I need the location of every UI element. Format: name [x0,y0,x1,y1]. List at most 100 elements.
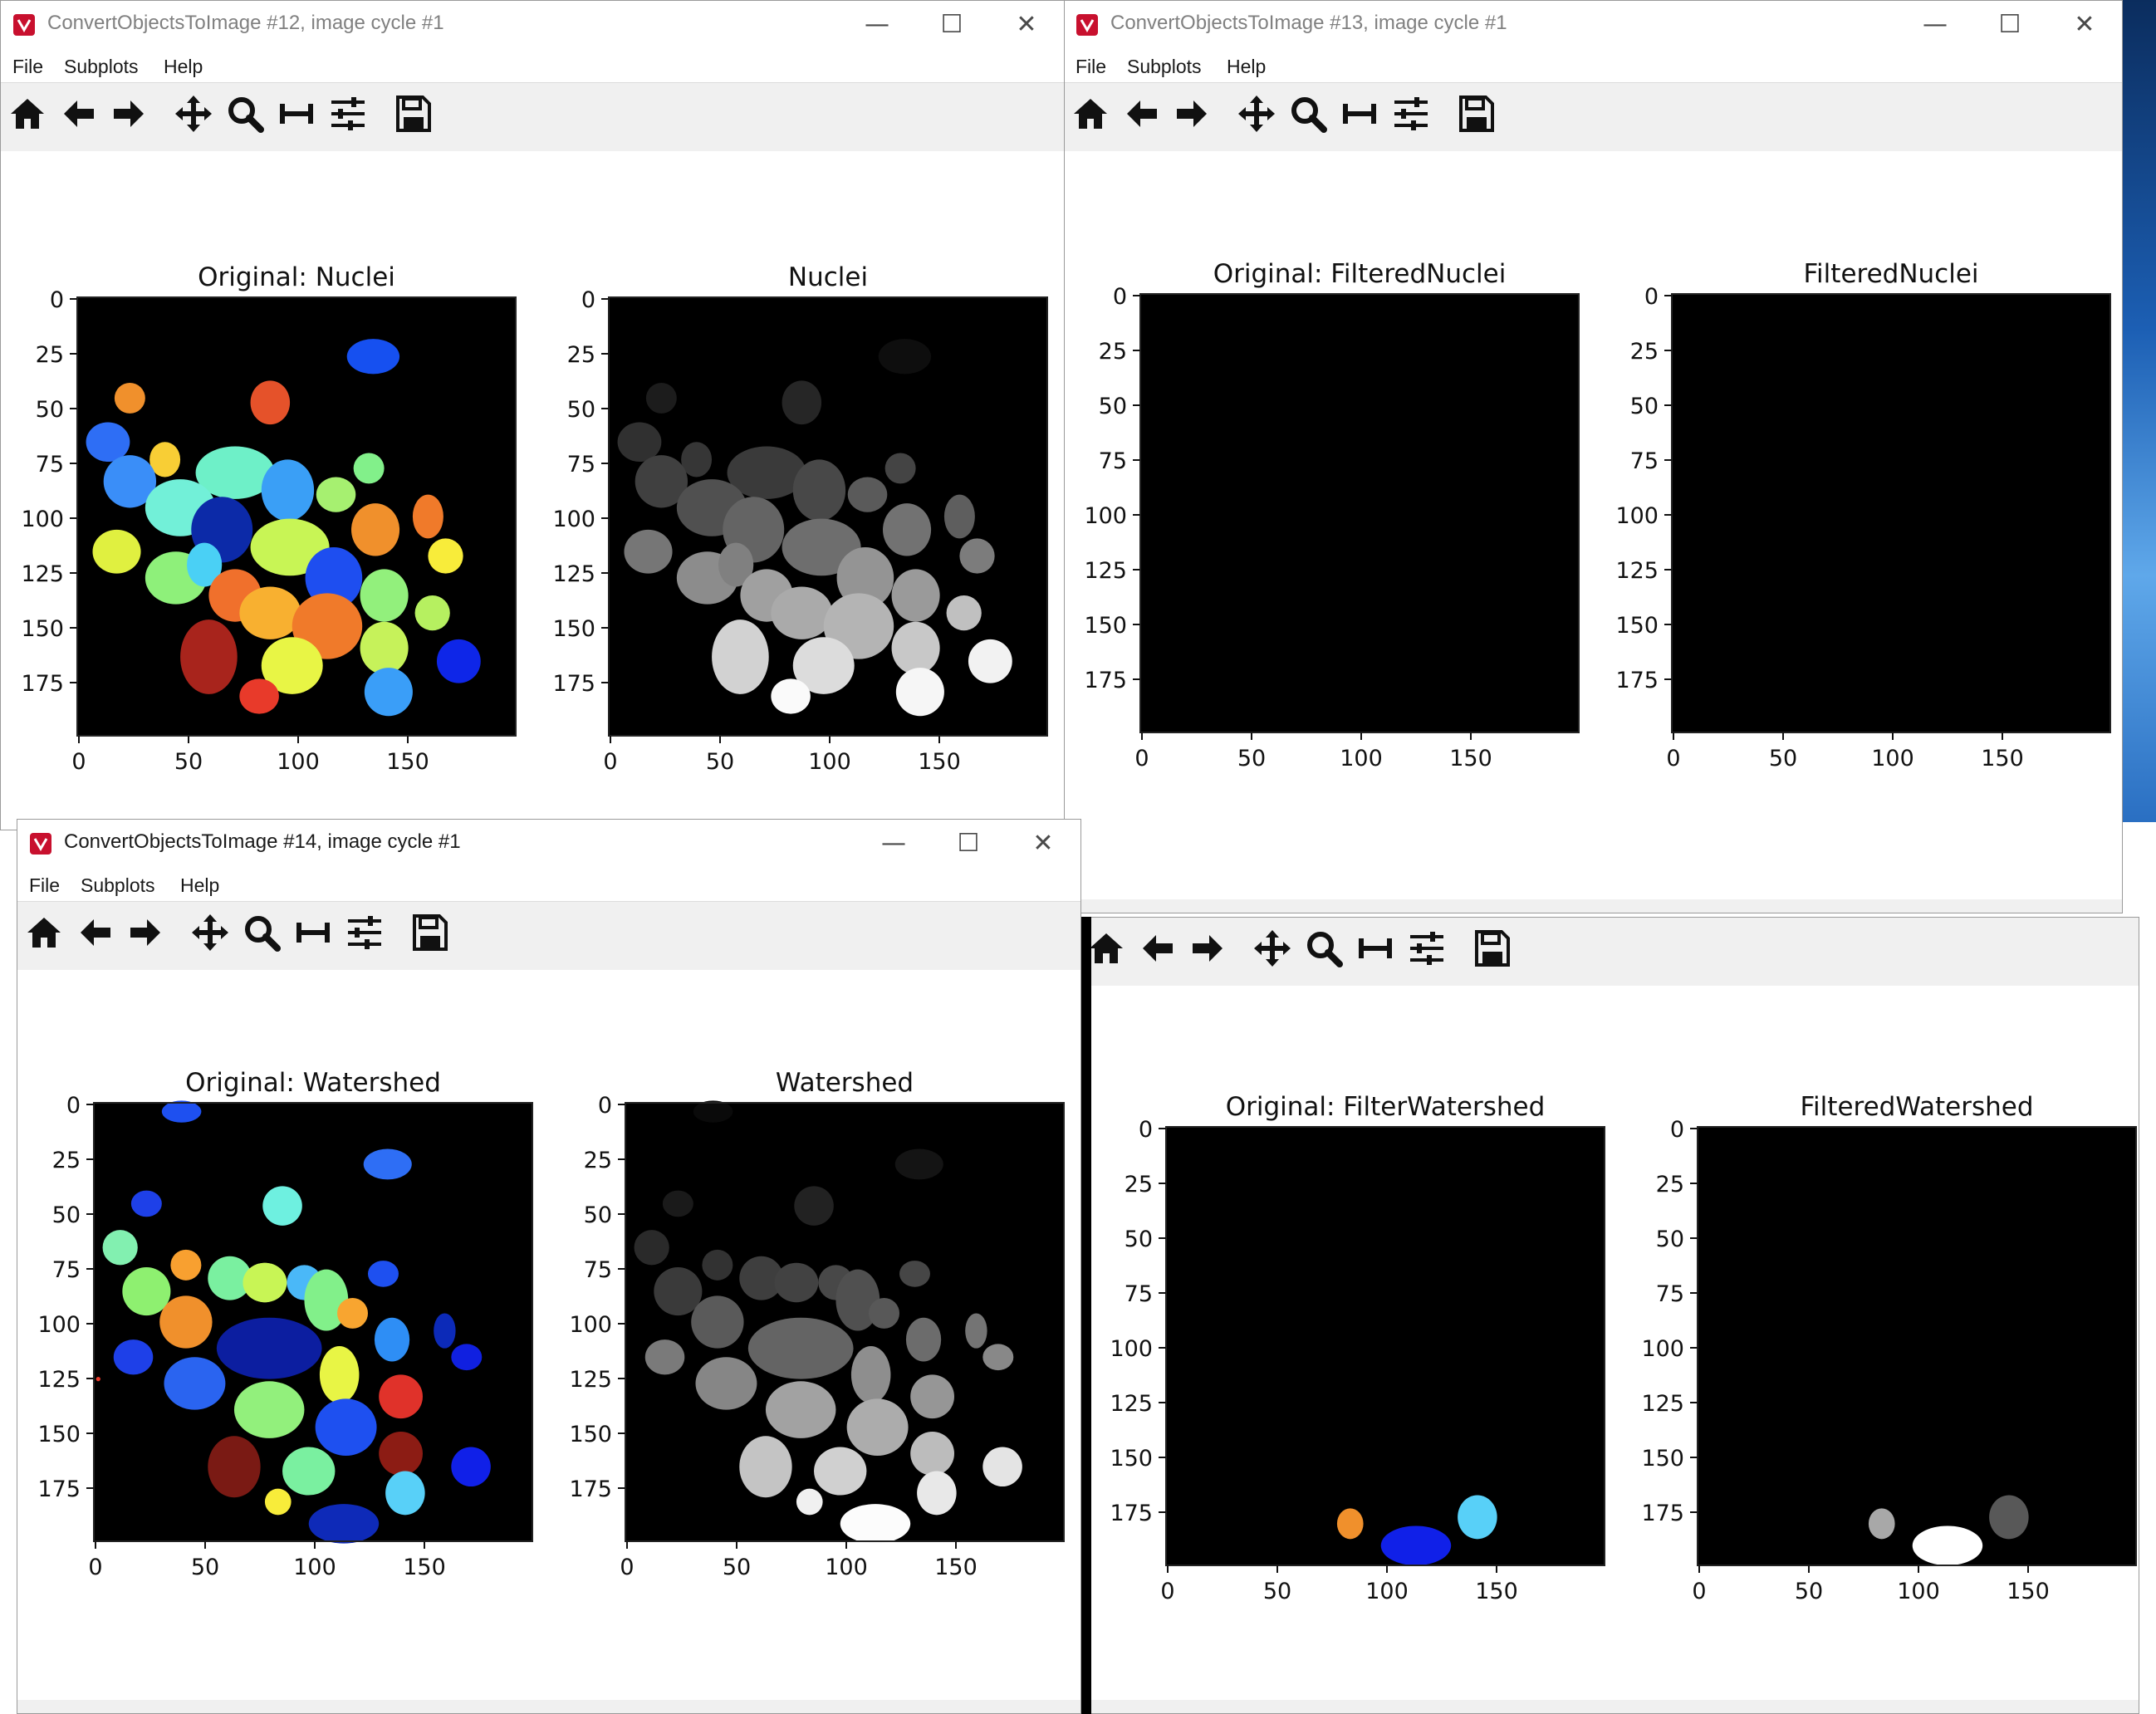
image-panel[interactable] [1698,1127,2136,1565]
save-icon[interactable] [1472,928,1512,968]
figure-canvas[interactable]: Original: Watershed 0 25 50 75 100 125 150 175 0 5… [17,970,1080,1713]
object-blob [796,1488,823,1516]
image-panel[interactable] [1672,294,2110,732]
figure-plot-area[interactable]: Original: Nuclei 0 25 50 75 100 125 150 175 0 50 10… [1,151,1065,830]
title-bar[interactable]: ConvertObjectsToImage #14, image cycle #… [17,820,1080,868]
maximize-button[interactable]: ☐ [931,820,1006,868]
pan-icon[interactable] [1237,94,1276,134]
configure-sliders-icon[interactable] [328,94,368,134]
menu-bar: File Subplots Help [1064,49,2122,83]
figure-canvas[interactable]: Original: FilteredNuclei 0 25 50 75 100 125 150… [1064,151,2122,913]
object-blob [360,621,409,675]
y-tick-label: 175 [21,671,64,697]
minimize-button[interactable]: — [1898,1,1972,49]
object-blob [436,639,481,683]
object-blob [968,639,1012,683]
object-blob [774,1262,819,1303]
subplot-title: Original: Watershed [185,1068,441,1098]
menu-file[interactable]: File [12,56,43,78]
y-tick-label: 25 [584,1148,612,1173]
pan-icon[interactable] [1252,928,1292,968]
title-bar[interactable]: ConvertObjectsToImage #13, image cycle #… [1064,1,2122,49]
configure-sliders-icon[interactable] [1391,94,1431,134]
close-button[interactable]: ✕ [989,1,1064,49]
figure-canvas[interactable]: Original: Nuclei 0 25 50 75 100 125 150 175 0 50 10… [1,151,1064,830]
image-panel[interactable] [1166,1127,1605,1565]
home-icon[interactable] [7,94,47,134]
subplot-title: Watershed [776,1068,914,1098]
figure-canvas[interactable]: Original: FilterWatershed 0 25 50 75 100 125 15… [1080,986,2139,1713]
menu-help[interactable]: Help [1227,56,1266,78]
home-icon[interactable] [1071,94,1110,134]
pan-icon[interactable] [174,94,213,134]
figure-window-14[interactable]: ConvertObjectsToImage #14, image cycle #… [17,819,1081,1714]
y-tick-label: 150 [1084,613,1127,639]
window-title: ConvertObjectsToImage #14, image cycle #… [64,830,461,853]
desktop-background [2121,0,2156,822]
maximize-button[interactable]: ☐ [914,1,989,49]
y-tick-label: 125 [1110,1391,1153,1417]
object-blob [792,459,846,522]
y-tick-label: 175 [1615,668,1659,693]
figure-plot-area[interactable]: Original: Watershed 0 25 50 75 100 125 150 175 0 5… [17,970,1081,1714]
y-tick-label: 100 [552,507,595,532]
subplots-adjust-icon[interactable] [293,913,333,952]
minimize-button[interactable]: — [840,1,914,49]
menu-subplots[interactable]: Subplots [1127,56,1202,78]
x-tick-label: 0 [620,1555,634,1580]
object-blob [122,1267,171,1316]
y-tick-label: 25 [1125,1172,1153,1197]
close-button[interactable]: ✕ [1006,820,1080,868]
home-icon[interactable] [1086,928,1126,968]
zoom-icon[interactable] [242,913,282,952]
subplot-2: Watershed 0 25 50 75 100 125 150 175 0 50 100 150 [569,1068,1065,1580]
back-arrow-icon[interactable] [1122,94,1162,134]
y-tick-label: 125 [21,561,64,587]
forward-arrow-icon[interactable] [1188,928,1227,968]
object-blob [414,595,450,631]
x-tick-label: 100 [1871,746,1914,771]
zoom-icon[interactable] [225,94,265,134]
object-blob [364,668,413,717]
back-arrow-icon[interactable] [59,94,99,134]
object-blob [765,1381,836,1438]
figure-plot-area[interactable]: Original: FilteredNuclei 0 25 50 75 100 125 150… [1064,151,2123,882]
title-bar[interactable]: ConvertObjectsToImage #12, image cycle #… [1,1,1064,49]
maximize-button[interactable]: ☐ [1972,1,2047,49]
zoom-icon[interactable] [1288,94,1328,134]
forward-arrow-icon[interactable] [1172,94,1212,134]
save-icon[interactable] [393,94,433,134]
figure-window-13[interactable]: ConvertObjectsToImage #13, image cycle #… [1063,0,2123,913]
close-button[interactable]: ✕ [2047,1,2122,49]
configure-sliders-icon[interactable] [1407,928,1447,968]
forward-arrow-icon[interactable] [109,94,149,134]
y-tick-label: 0 [1670,1117,1684,1143]
menu-help[interactable]: Help [180,874,219,897]
menu-file[interactable]: File [29,874,60,897]
x-tick-label: 50 [191,1555,219,1580]
y-tick-label: 75 [567,452,595,477]
zoom-icon[interactable] [1304,928,1344,968]
pan-icon[interactable] [190,913,230,952]
menu-subplots[interactable]: Subplots [81,874,155,897]
back-arrow-icon[interactable] [76,913,115,952]
subplot-title: Original: Nuclei [198,262,395,292]
menu-subplots[interactable]: Subplots [64,56,139,78]
object-blob [412,494,443,539]
forward-arrow-icon[interactable] [125,913,165,952]
menu-help[interactable]: Help [164,56,203,78]
save-icon[interactable] [409,913,449,952]
minimize-button[interactable]: — [856,820,931,868]
save-icon[interactable] [1456,94,1496,134]
subplots-adjust-icon[interactable] [1340,94,1379,134]
subplots-adjust-icon[interactable] [277,94,316,134]
figure-plot-area[interactable]: Original: FilterWatershed 0 25 50 75 100 125 15… [1080,986,2139,1714]
subplots-adjust-icon[interactable] [1355,928,1395,968]
menu-file[interactable]: File [1076,56,1106,78]
image-panel[interactable] [1140,294,1579,732]
back-arrow-icon[interactable] [1138,928,1178,968]
figure-window-12[interactable]: ConvertObjectsToImage #12, image cycle #… [0,0,1065,830]
figure-window-15[interactable]: Original: FilterWatershed 0 25 50 75 100 125 15… [1080,917,2139,1714]
configure-sliders-icon[interactable] [345,913,385,952]
home-icon[interactable] [24,913,64,952]
